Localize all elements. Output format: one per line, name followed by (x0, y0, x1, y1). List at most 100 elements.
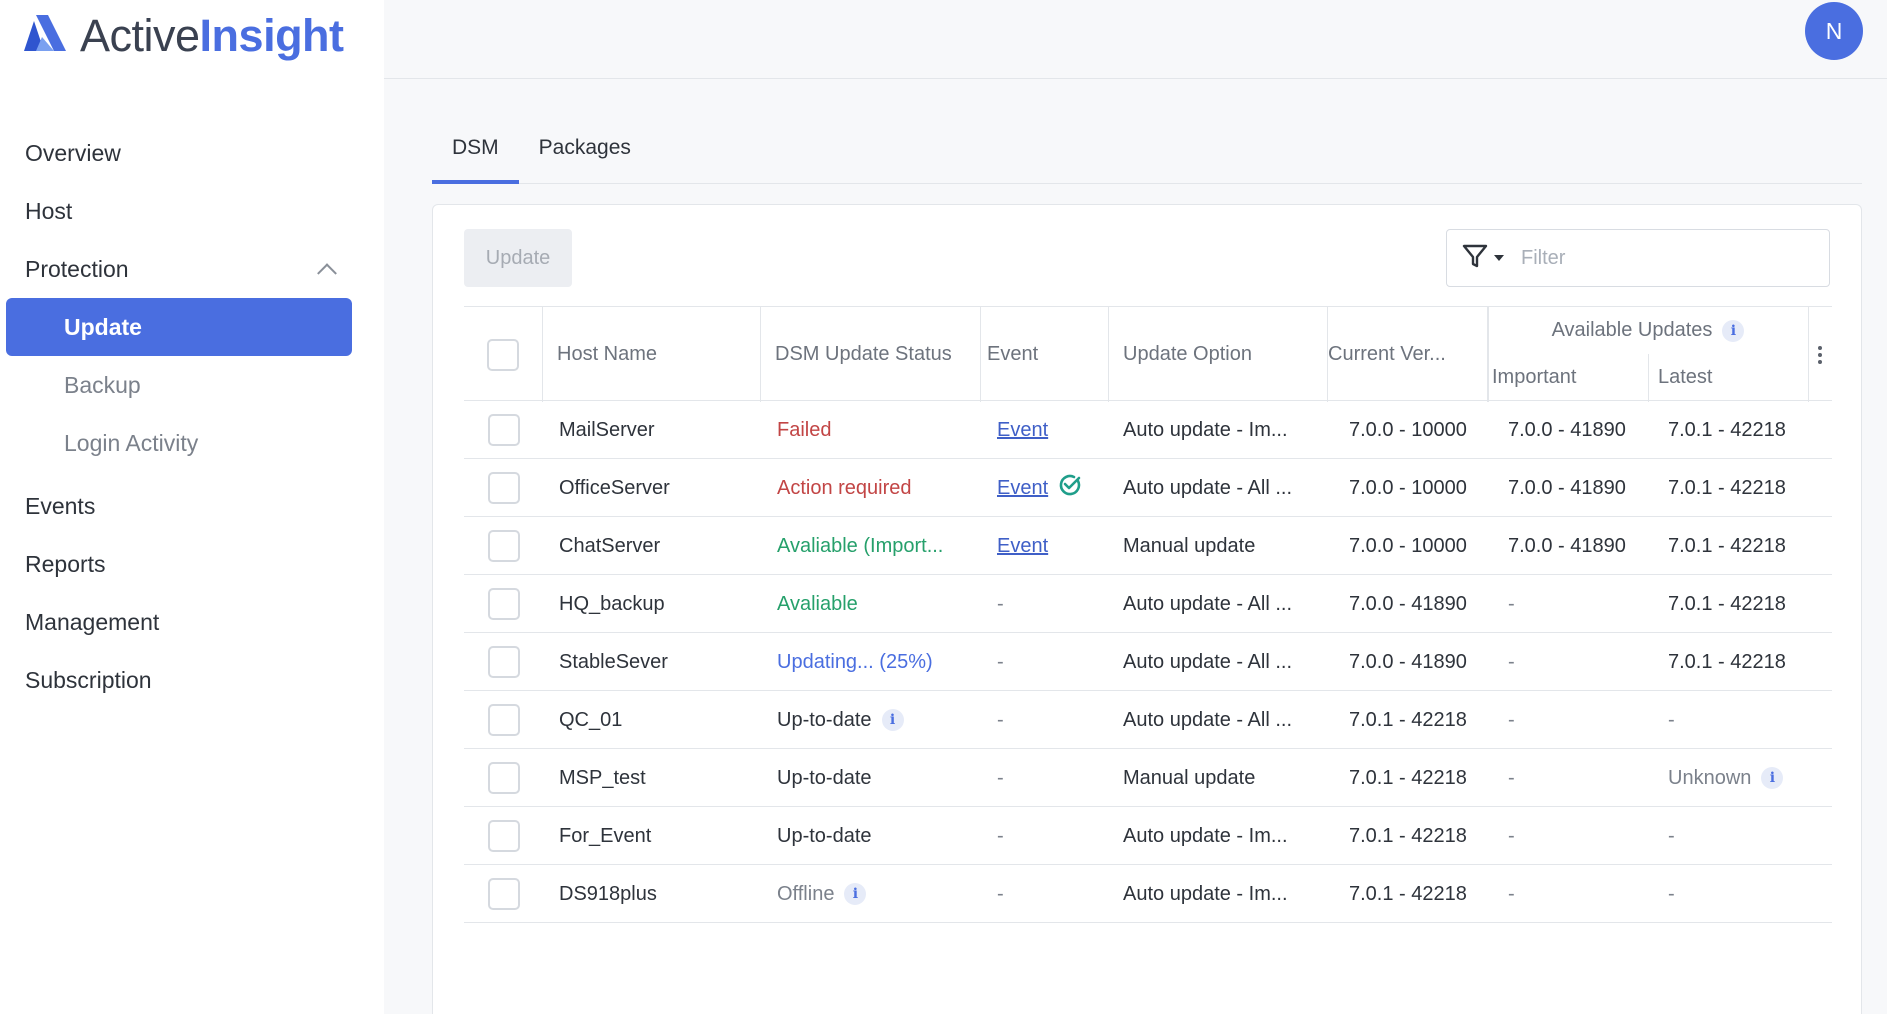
sidebar-item-label: Update (64, 313, 142, 340)
event-cell: - (997, 691, 1107, 749)
host-name[interactable]: QC_01 (559, 709, 622, 732)
updates-table: Host Name DSM Update Status Event Update… (464, 306, 1832, 923)
header-current-version[interactable]: Current Ver... (1328, 307, 1488, 402)
column-settings-button[interactable] (1808, 307, 1832, 402)
event-cell: Event (997, 401, 1107, 459)
row-checkbox[interactable] (487, 472, 520, 504)
update-option: Manual update (1123, 534, 1256, 557)
row-checkbox[interactable] (487, 530, 520, 562)
host-name[interactable]: StableSever (559, 651, 668, 674)
host-name[interactable]: OfficeServer (559, 477, 670, 500)
sidebar-item-events[interactable]: Events (0, 477, 384, 535)
latest-version-cell: 7.0.1 - 42218 (1668, 517, 1818, 575)
latest-version-cell: - (1668, 807, 1818, 865)
sidebar-item-login-activity[interactable]: Login Activity (0, 414, 384, 472)
important-version-cell: - (1508, 807, 1648, 865)
row-checkbox[interactable] (487, 646, 520, 678)
sidebar-item-label: Reports (25, 550, 106, 577)
update-option-cell: Auto update - Im... (1123, 865, 1323, 923)
header-host-name[interactable]: Host Name (543, 307, 761, 402)
update-button[interactable]: Update (464, 229, 572, 287)
event-empty: - (997, 708, 1004, 731)
update-option-cell: Auto update - Im... (1123, 807, 1323, 865)
caret-down-icon (1494, 249, 1504, 267)
event-link[interactable]: Event (997, 535, 1048, 558)
header-update-option[interactable]: Update Option (1109, 307, 1328, 402)
info-icon[interactable]: i (1761, 767, 1784, 789)
status-badge: Avaliable (Import... (777, 534, 944, 557)
event-cell: - (997, 865, 1107, 923)
row-checkbox[interactable] (487, 588, 520, 620)
header-label: Event (987, 343, 1039, 365)
sidebar-nav: Overview Host Protection Update Backup L… (0, 124, 384, 709)
table-header: Host Name DSM Update Status Event Update… (464, 306, 1832, 402)
status-badge: Avaliable (777, 592, 858, 615)
important-version: - (1508, 650, 1515, 673)
sidebar-item-overview[interactable]: Overview (0, 124, 384, 182)
sidebar-item-reports[interactable]: Reports (0, 535, 384, 593)
current-version: 7.0.1 - 42218 (1349, 882, 1467, 905)
sidebar-item-backup[interactable]: Backup (0, 356, 384, 414)
sidebar-item-host[interactable]: Host (0, 182, 384, 240)
important-version: - (1508, 824, 1515, 847)
row-checkbox[interactable] (487, 704, 520, 736)
status-badge: Up-to-date (777, 766, 872, 789)
table-row[interactable]: QC_01 Up-to-date i - Auto update - All ... 7.… (464, 691, 1832, 749)
sidebar-item-update[interactable]: Update (6, 298, 352, 356)
latest-version-cell: 7.0.1 - 42218 (1668, 633, 1818, 691)
info-icon[interactable]: i (844, 883, 867, 905)
status-cell: Up-to-date i (777, 691, 977, 749)
filter-icon (1462, 243, 1488, 274)
row-checkbox[interactable] (487, 414, 520, 446)
host-name[interactable]: HQ_backup (559, 593, 665, 616)
latest-version: Unknown (1668, 766, 1752, 789)
info-icon[interactable]: i (1722, 319, 1745, 342)
sidebar-item-management[interactable]: Management (0, 593, 384, 651)
current-version-cell: 7.0.1 - 42218 (1349, 749, 1489, 807)
sidebar-item-protection[interactable]: Protection (0, 240, 384, 298)
header-latest[interactable]: Latest (1648, 354, 1808, 401)
table-row[interactable]: HQ_backup Avaliable - Auto update - All ...… (464, 575, 1832, 633)
table-row[interactable]: MailServer Failed Event Auto update - Im...… (464, 401, 1832, 459)
tab-dsm[interactable]: DSM (432, 132, 519, 184)
status-badge: Action required (777, 476, 912, 499)
filter-dropdown[interactable] (1447, 243, 1519, 274)
row-checkbox[interactable] (487, 878, 520, 910)
latest-version: 7.0.1 - 42218 (1668, 418, 1786, 441)
avatar[interactable]: N (1805, 2, 1863, 60)
header-event[interactable]: Event (981, 307, 1109, 402)
table-row[interactable]: MSP_test Up-to-date - Manual update 7.0.1 - … (464, 749, 1832, 807)
host-name[interactable]: ChatServer (559, 535, 660, 558)
latest-version-cell: 7.0.1 - 42218 (1668, 401, 1818, 459)
sidebar-item-label: Events (25, 492, 96, 519)
host-name[interactable]: For_Event (559, 825, 651, 848)
host-name[interactable]: MailServer (559, 419, 655, 442)
status-badge: Updating... (25%) (777, 650, 933, 673)
host-name[interactable]: DS918plus (559, 883, 657, 906)
header-dsm-update-status[interactable]: DSM Update Status (761, 307, 981, 402)
host-name[interactable]: MSP_test (559, 767, 646, 790)
event-empty: - (997, 766, 1004, 789)
header-important[interactable]: Important (1488, 354, 1648, 401)
event-empty: - (997, 882, 1004, 905)
event-link[interactable]: Event (997, 419, 1048, 442)
info-icon[interactable]: i (881, 709, 904, 731)
filter-input[interactable] (1519, 245, 1799, 271)
event-link[interactable]: Event (997, 477, 1048, 500)
row-checkbox[interactable] (487, 762, 520, 794)
table-row[interactable]: StableSever Updating... (25%) - Auto update… (464, 633, 1832, 691)
table-row[interactable]: OfficeServer Action required Event Auto upd… (464, 459, 1832, 517)
current-version-cell: 7.0.1 - 42218 (1349, 691, 1489, 749)
table-row[interactable]: ChatServer Avaliable (Import... Event Manua… (464, 517, 1832, 575)
select-all-checkbox[interactable] (487, 338, 519, 371)
logo-text: ActiveInsight (80, 10, 344, 61)
tab-packages[interactable]: Packages (519, 132, 651, 184)
row-checkbox[interactable] (487, 820, 520, 852)
event-cell: Event (997, 459, 1107, 517)
sidebar-item-subscription[interactable]: Subscription (0, 651, 384, 709)
table-row[interactable]: For_Event Up-to-date - Auto update - Im... 7… (464, 807, 1832, 865)
update-option: Manual update (1123, 766, 1256, 789)
update-option: Auto update - Im... (1123, 882, 1288, 905)
app-logo[interactable]: ActiveInsight (22, 12, 344, 60)
table-row[interactable]: DS918plus Offline i - Auto update - Im... 7.0… (464, 865, 1832, 923)
